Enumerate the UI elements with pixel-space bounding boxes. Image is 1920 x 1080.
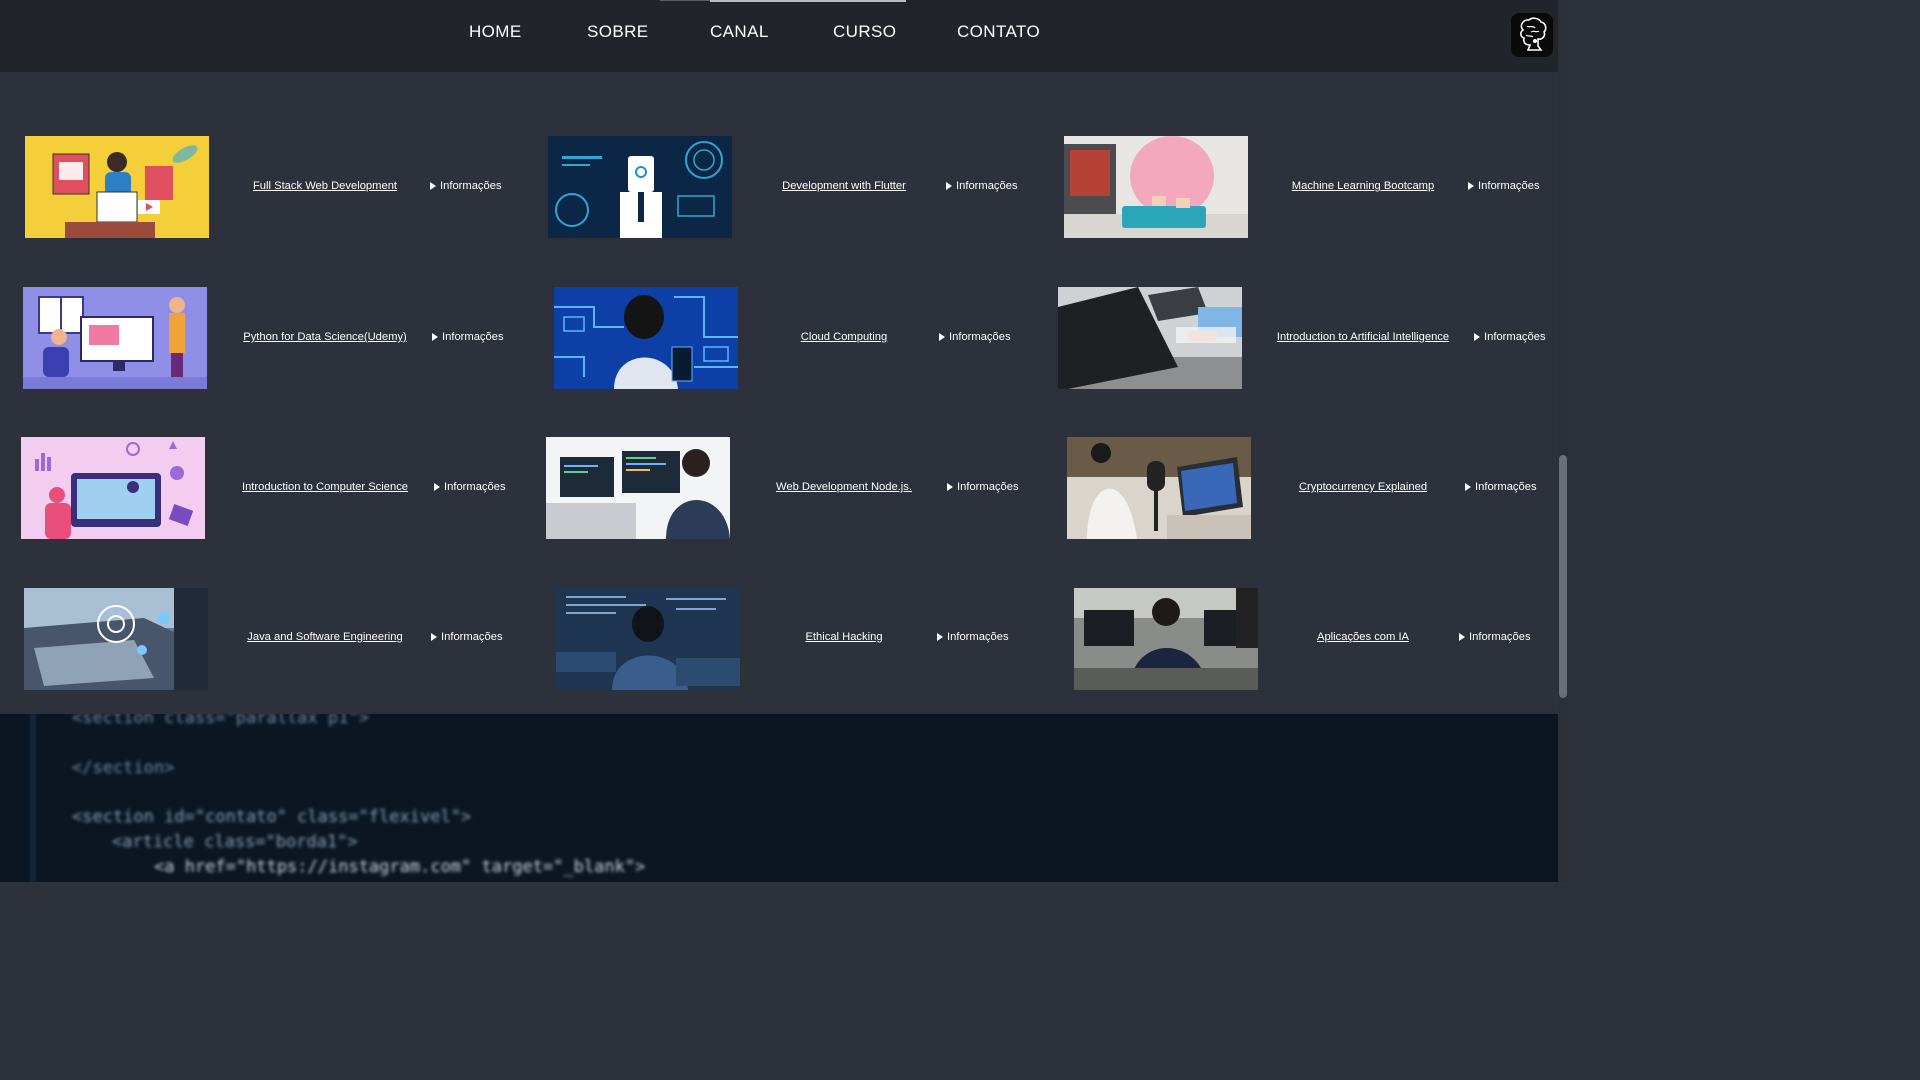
course-card [1067,437,1251,539]
course-thumbnail [554,287,738,389]
course-link-cryptocurrency[interactable]: Cryptocurrency Explained [1299,481,1427,493]
course-thumbnail [21,437,205,539]
course-link-ethical-hacking[interactable]: Ethical Hacking [805,631,882,643]
nav-hover-indicator [660,0,710,1]
course-thumbnail [548,136,732,238]
course-thumbnail [1058,287,1242,389]
course-thumbnail [1064,136,1248,238]
course-info-toggle[interactable]: Informações [939,331,1011,343]
brain-logo-icon[interactable] [1511,13,1553,57]
course-card [554,287,738,389]
course-card [556,588,740,690]
triangle-right-icon [1459,633,1465,641]
nav-canal[interactable]: CANAL [710,0,769,64]
scrollbar-thumb[interactable] [1559,455,1567,698]
info-label: Informações [956,180,1018,192]
triangle-right-icon [1465,483,1471,491]
course-card [21,437,205,539]
triangle-right-icon [937,633,943,641]
info-label: Informações [949,331,1011,343]
course-thumbnail [24,588,208,690]
course-info-toggle[interactable]: Informações [1465,481,1537,493]
course-info-toggle[interactable]: Informações [430,180,502,192]
nav-sobre[interactable]: SOBRE [587,0,649,64]
triangle-right-icon [431,633,437,641]
code-line: </section> [72,758,175,778]
triangle-right-icon [947,483,953,491]
course-link-aplicacoes-ia[interactable]: Aplicações com IA [1317,631,1409,643]
course-card [1074,588,1258,690]
top-navbar: HOME SOBRE CANAL CURSO CONTATO [0,0,1558,72]
nav-curso[interactable]: CURSO [833,0,896,64]
course-link-python-data-science[interactable]: Python for Data Science(Udemy) [243,331,407,343]
page-scrollbar[interactable] [1558,0,1568,882]
code-line: <section class="parallax p1"> [72,714,369,728]
code-line: <article class="borda1"> [112,832,358,852]
course-link-cloud-computing[interactable]: Cloud Computing [801,331,887,343]
code-gutter [30,714,36,882]
info-label: Informações [440,180,502,192]
triangle-right-icon [1468,182,1474,190]
info-label: Informações [1475,481,1537,493]
course-info-toggle[interactable]: Informações [937,631,1009,643]
info-label: Informações [444,481,506,493]
course-info-toggle[interactable]: Informações [432,331,504,343]
course-link-flutter[interactable]: Development with Flutter [782,180,906,192]
triangle-right-icon [939,333,945,341]
triangle-right-icon [434,483,440,491]
course-card [24,588,208,690]
triangle-right-icon [432,333,438,341]
triangle-right-icon [1474,333,1480,341]
course-link-full-stack[interactable]: Full Stack Web Development [253,180,397,192]
triangle-right-icon [430,182,436,190]
course-link-computer-science[interactable]: Introduction to Computer Science [242,481,408,493]
course-info-toggle[interactable]: Informações [431,631,503,643]
course-thumbnail [556,588,740,690]
code-line: <section id="contato" class="flexivel"> [72,807,472,827]
course-info-toggle[interactable]: Informações [434,481,506,493]
info-label: Informações [957,481,1019,493]
course-thumbnail [546,437,730,539]
course-link-machine-learning[interactable]: Machine Learning Bootcamp [1292,180,1434,192]
info-label: Informações [1484,331,1546,343]
course-thumbnail [1067,437,1251,539]
course-card [548,136,732,238]
code-line: <a href="https://instagram.com" target="… [154,857,646,877]
nav-home[interactable]: HOME [469,0,522,64]
course-card [23,287,207,389]
course-card [25,136,209,238]
course-thumbnail [23,287,207,389]
nav-contato[interactable]: CONTATO [957,0,1040,64]
info-label: Informações [1469,631,1531,643]
code-parallax-background: <section class="parallax p1"> </section>… [0,714,1558,882]
course-info-toggle[interactable]: Informações [1474,331,1546,343]
triangle-right-icon [946,182,952,190]
info-label: Informações [442,331,504,343]
course-info-toggle[interactable]: Informações [1459,631,1531,643]
course-info-toggle[interactable]: Informações [947,481,1019,493]
course-thumbnail [1074,588,1258,690]
course-info-toggle[interactable]: Informações [1468,180,1540,192]
course-card [1058,287,1242,389]
course-card [1064,136,1248,238]
course-card [546,437,730,539]
course-info-toggle[interactable]: Informações [946,180,1018,192]
course-thumbnail [25,136,209,238]
course-link-java[interactable]: Java and Software Engineering [247,631,402,643]
course-link-node-js[interactable]: Web Development Node.js. [776,481,912,493]
info-label: Informações [441,631,503,643]
course-link-intro-ai[interactable]: Introduction to Artificial Intelligence [1277,331,1449,343]
info-label: Informações [1478,180,1540,192]
info-label: Informações [947,631,1009,643]
